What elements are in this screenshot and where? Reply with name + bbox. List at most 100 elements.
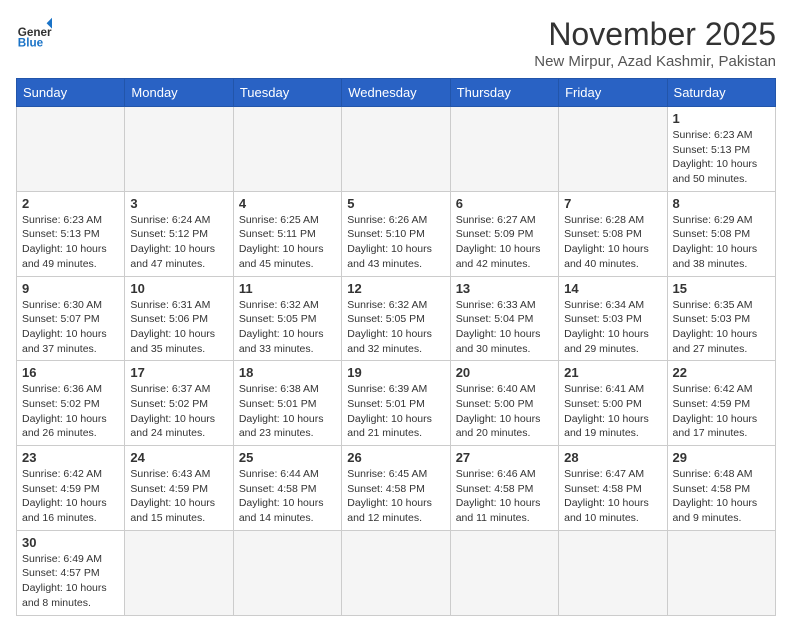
calendar-cell: 11Sunrise: 6:32 AM Sunset: 5:05 PM Dayli… bbox=[233, 276, 341, 361]
calendar-cell bbox=[233, 530, 341, 615]
day-info: Sunrise: 6:29 AM Sunset: 5:08 PM Dayligh… bbox=[673, 213, 770, 272]
day-info: Sunrise: 6:25 AM Sunset: 5:11 PM Dayligh… bbox=[239, 213, 336, 272]
day-info: Sunrise: 6:45 AM Sunset: 4:58 PM Dayligh… bbox=[347, 467, 444, 526]
calendar-cell: 19Sunrise: 6:39 AM Sunset: 5:01 PM Dayli… bbox=[342, 361, 450, 446]
day-info: Sunrise: 6:36 AM Sunset: 5:02 PM Dayligh… bbox=[22, 382, 119, 441]
day-info: Sunrise: 6:23 AM Sunset: 5:13 PM Dayligh… bbox=[673, 128, 770, 187]
day-header-thursday: Thursday bbox=[450, 79, 558, 107]
calendar-cell: 10Sunrise: 6:31 AM Sunset: 5:06 PM Dayli… bbox=[125, 276, 233, 361]
calendar-cell: 7 Sunrise: 6:28 AM Sunset: 5:08 PM Daylig… bbox=[559, 191, 667, 276]
week-row-5: 23Sunrise: 6:42 AM Sunset: 4:59 PM Dayli… bbox=[17, 446, 776, 531]
week-row-2: 2 Sunrise: 6:23 AM Sunset: 5:13 PM Daylig… bbox=[17, 191, 776, 276]
day-info: Sunrise: 6:43 AM Sunset: 4:59 PM Dayligh… bbox=[130, 467, 227, 526]
calendar-title: November 2025 bbox=[534, 16, 776, 53]
svg-text:Blue: Blue bbox=[18, 37, 44, 50]
calendar-cell: 21 Sunrise: 6:41 AM Sunset: 5:00 PM Dayli… bbox=[559, 361, 667, 446]
day-number: 23 bbox=[22, 450, 119, 465]
calendar-cell: 12 Sunrise: 6:32 AM Sunset: 5:05 PM Dayli… bbox=[342, 276, 450, 361]
calendar-cell: 6Sunrise: 6:27 AM Sunset: 5:09 PM Daylig… bbox=[450, 191, 558, 276]
day-number: 25 bbox=[239, 450, 336, 465]
calendar-cell bbox=[17, 107, 125, 192]
calendar-cell: 28 Sunrise: 6:47 AM Sunset: 4:58 PM Dayli… bbox=[559, 446, 667, 531]
day-number: 7 bbox=[564, 196, 661, 211]
calendar-subtitle: New Mirpur, Azad Kashmir, Pakistan bbox=[534, 53, 776, 70]
day-number: 3 bbox=[130, 196, 227, 211]
calendar-cell: 16Sunrise: 6:36 AM Sunset: 5:02 PM Dayli… bbox=[17, 361, 125, 446]
calendar-cell: 27Sunrise: 6:46 AM Sunset: 4:58 PM Dayli… bbox=[450, 446, 558, 531]
day-number: 20 bbox=[456, 365, 553, 380]
day-number: 10 bbox=[130, 281, 227, 296]
day-info: Sunrise: 6:42 AM Sunset: 4:59 PM Dayligh… bbox=[673, 382, 770, 441]
day-number: 12 bbox=[347, 281, 444, 296]
week-row-6: 30Sunrise: 6:49 AM Sunset: 4:57 PM Dayli… bbox=[17, 530, 776, 615]
day-number: 13 bbox=[456, 281, 553, 296]
day-number: 4 bbox=[239, 196, 336, 211]
header: General Blue November 2025 New Mirpur, A… bbox=[16, 16, 776, 70]
day-info: Sunrise: 6:33 AM Sunset: 5:04 PM Dayligh… bbox=[456, 298, 553, 357]
calendar-cell: 14 Sunrise: 6:34 AM Sunset: 5:03 PM Dayli… bbox=[559, 276, 667, 361]
calendar-cell: 2 Sunrise: 6:23 AM Sunset: 5:13 PM Daylig… bbox=[17, 191, 125, 276]
day-info: Sunrise: 6:32 AM Sunset: 5:05 PM Dayligh… bbox=[347, 298, 444, 357]
week-row-4: 16Sunrise: 6:36 AM Sunset: 5:02 PM Dayli… bbox=[17, 361, 776, 446]
day-number: 8 bbox=[673, 196, 770, 211]
day-number: 2 bbox=[22, 196, 119, 211]
day-number: 18 bbox=[239, 365, 336, 380]
day-number: 17 bbox=[130, 365, 227, 380]
day-header-tuesday: Tuesday bbox=[233, 79, 341, 107]
day-header-monday: Monday bbox=[125, 79, 233, 107]
day-header-friday: Friday bbox=[559, 79, 667, 107]
day-number: 11 bbox=[239, 281, 336, 296]
day-number: 14 bbox=[564, 281, 661, 296]
calendar-cell: 22 Sunrise: 6:42 AM Sunset: 4:59 PM Dayli… bbox=[667, 361, 775, 446]
day-number: 22 bbox=[673, 365, 770, 380]
day-info: Sunrise: 6:23 AM Sunset: 5:13 PM Dayligh… bbox=[22, 213, 119, 272]
calendar-cell: 13 Sunrise: 6:33 AM Sunset: 5:04 PM Dayli… bbox=[450, 276, 558, 361]
week-row-3: 9Sunrise: 6:30 AM Sunset: 5:07 PM Daylig… bbox=[17, 276, 776, 361]
day-header-sunday: Sunday bbox=[17, 79, 125, 107]
calendar-cell: 20Sunrise: 6:40 AM Sunset: 5:00 PM Dayli… bbox=[450, 361, 558, 446]
day-info: Sunrise: 6:38 AM Sunset: 5:01 PM Dayligh… bbox=[239, 382, 336, 441]
calendar-cell: 15Sunrise: 6:35 AM Sunset: 5:03 PM Dayli… bbox=[667, 276, 775, 361]
calendar-cell bbox=[450, 107, 558, 192]
calendar-cell bbox=[342, 107, 450, 192]
calendar-cell: 23Sunrise: 6:42 AM Sunset: 4:59 PM Dayli… bbox=[17, 446, 125, 531]
week-row-1: 1 Sunrise: 6:23 AM Sunset: 5:13 PM Daylig… bbox=[17, 107, 776, 192]
day-number: 21 bbox=[564, 365, 661, 380]
calendar-cell: 18 Sunrise: 6:38 AM Sunset: 5:01 PM Dayli… bbox=[233, 361, 341, 446]
calendar-cell: 30Sunrise: 6:49 AM Sunset: 4:57 PM Dayli… bbox=[17, 530, 125, 615]
calendar-cell: 26 Sunrise: 6:45 AM Sunset: 4:58 PM Dayli… bbox=[342, 446, 450, 531]
calendar-cell: 1 Sunrise: 6:23 AM Sunset: 5:13 PM Daylig… bbox=[667, 107, 775, 192]
day-number: 5 bbox=[347, 196, 444, 211]
day-info: Sunrise: 6:24 AM Sunset: 5:12 PM Dayligh… bbox=[130, 213, 227, 272]
day-info: Sunrise: 6:30 AM Sunset: 5:07 PM Dayligh… bbox=[22, 298, 119, 357]
calendar-cell: 17 Sunrise: 6:37 AM Sunset: 5:02 PM Dayli… bbox=[125, 361, 233, 446]
day-header-wednesday: Wednesday bbox=[342, 79, 450, 107]
day-header-saturday: Saturday bbox=[667, 79, 775, 107]
calendar-cell: 29Sunrise: 6:48 AM Sunset: 4:58 PM Dayli… bbox=[667, 446, 775, 531]
day-info: Sunrise: 6:44 AM Sunset: 4:58 PM Dayligh… bbox=[239, 467, 336, 526]
calendar-cell: 25 Sunrise: 6:44 AM Sunset: 4:58 PM Dayli… bbox=[233, 446, 341, 531]
day-number: 27 bbox=[456, 450, 553, 465]
day-number: 6 bbox=[456, 196, 553, 211]
calendar-table: SundayMondayTuesdayWednesdayThursdayFrid… bbox=[16, 78, 776, 616]
day-info: Sunrise: 6:26 AM Sunset: 5:10 PM Dayligh… bbox=[347, 213, 444, 272]
calendar-cell: 3 Sunrise: 6:24 AM Sunset: 5:12 PM Daylig… bbox=[125, 191, 233, 276]
day-number: 28 bbox=[564, 450, 661, 465]
calendar-cell: 8 Sunrise: 6:29 AM Sunset: 5:08 PM Daylig… bbox=[667, 191, 775, 276]
day-info: Sunrise: 6:47 AM Sunset: 4:58 PM Dayligh… bbox=[564, 467, 661, 526]
logo-icon: General Blue bbox=[16, 16, 52, 52]
day-info: Sunrise: 6:34 AM Sunset: 5:03 PM Dayligh… bbox=[564, 298, 661, 357]
day-info: Sunrise: 6:48 AM Sunset: 4:58 PM Dayligh… bbox=[673, 467, 770, 526]
calendar-cell: 5 Sunrise: 6:26 AM Sunset: 5:10 PM Daylig… bbox=[342, 191, 450, 276]
day-info: Sunrise: 6:49 AM Sunset: 4:57 PM Dayligh… bbox=[22, 552, 119, 611]
day-number: 26 bbox=[347, 450, 444, 465]
day-info: Sunrise: 6:41 AM Sunset: 5:00 PM Dayligh… bbox=[564, 382, 661, 441]
day-info: Sunrise: 6:28 AM Sunset: 5:08 PM Dayligh… bbox=[564, 213, 661, 272]
calendar-cell: 9Sunrise: 6:30 AM Sunset: 5:07 PM Daylig… bbox=[17, 276, 125, 361]
day-number: 24 bbox=[130, 450, 227, 465]
calendar-cell bbox=[559, 530, 667, 615]
day-number: 1 bbox=[673, 111, 770, 126]
calendar-cell bbox=[667, 530, 775, 615]
calendar-cell bbox=[233, 107, 341, 192]
day-info: Sunrise: 6:37 AM Sunset: 5:02 PM Dayligh… bbox=[130, 382, 227, 441]
